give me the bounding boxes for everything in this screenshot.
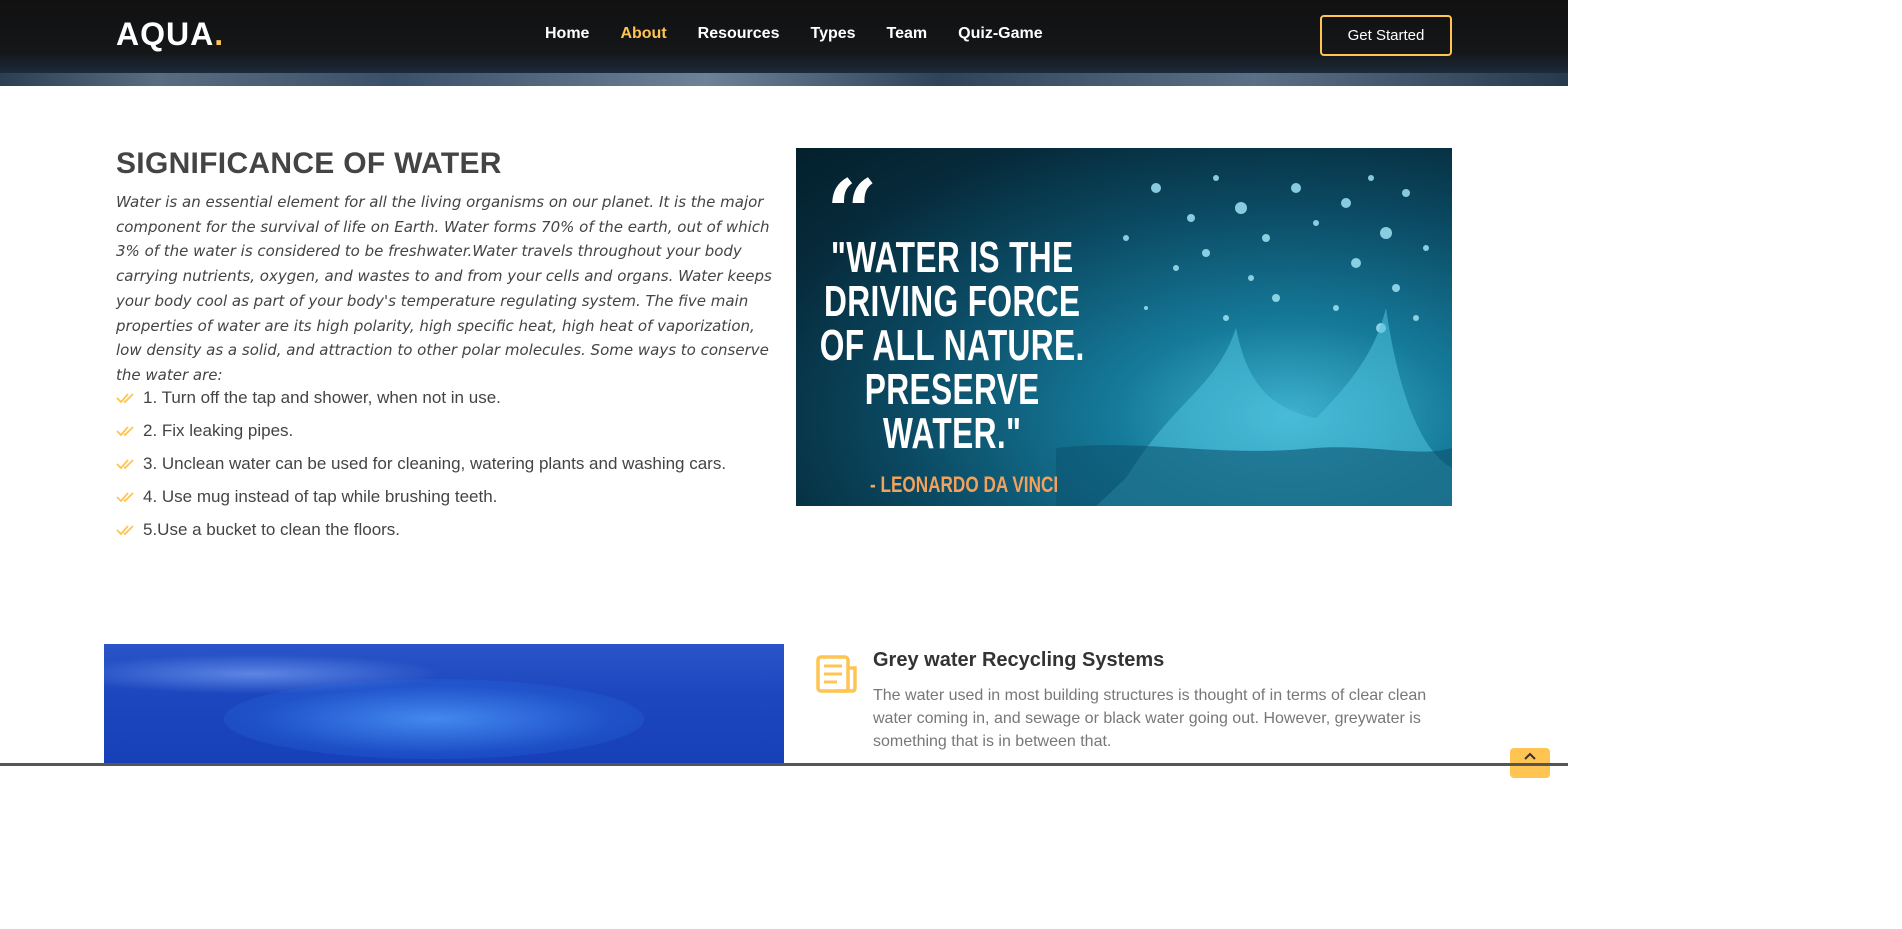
section-title: SIGNIFICANCE OF WATER — [116, 147, 502, 180]
double-check-icon — [116, 491, 134, 502]
nav-resources[interactable]: Resources — [698, 25, 780, 43]
feature-description: The water used in most building structur… — [873, 687, 1427, 750]
logo-dot: . — [214, 16, 225, 52]
quote-line: OF ALL NATURE. — [819, 321, 1085, 370]
double-check-icon — [116, 392, 134, 403]
nav-about[interactable]: About — [620, 25, 666, 43]
nav-team[interactable]: Team — [887, 25, 928, 43]
nav-home[interactable]: Home — [545, 25, 589, 43]
site-header: AQUA. Home About Resources Types Team Qu… — [0, 0, 1568, 86]
feature-title[interactable]: Grey water Recycling Systems — [873, 649, 1164, 672]
quote-image: “ "WATER IS THE DRIVING FORCE OF ALL NAT… — [796, 148, 1452, 506]
tip-text: 2. Fix leaking pipes. — [143, 420, 294, 440]
chevron-up-icon — [1524, 752, 1536, 760]
list-item: 1. Turn off the tap and shower, when not… — [116, 381, 726, 414]
nav-types[interactable]: Types — [810, 25, 855, 43]
quote-text: "WATER IS THE DRIVING FORCE OF ALL NATUR… — [810, 236, 1094, 456]
quote-line: PRESERVE — [864, 365, 1040, 414]
quote-author: - LEONARDO DA VINCI — [870, 472, 1059, 497]
tip-text: 1. Turn off the tap and shower, when not… — [143, 387, 501, 407]
header-background-strip — [0, 73, 1568, 86]
double-check-icon — [116, 425, 134, 436]
list-item: 3. Unclean water can be used for cleanin… — [116, 447, 726, 480]
site-logo[interactable]: AQUA. — [116, 16, 224, 53]
section-description: Water is an essential element for all th… — [116, 193, 772, 384]
tip-text: 5.Use a bucket to clean the floors. — [143, 519, 401, 539]
nav-quiz-game[interactable]: Quiz-Game — [958, 25, 1042, 43]
quote-line: DRIVING FORCE — [824, 277, 1081, 326]
list-item: 2. Fix leaking pipes. — [116, 414, 726, 447]
water-background-image — [104, 644, 784, 766]
tip-text: 4. Use mug instead of tap while brushing… — [143, 486, 498, 506]
quote-line: "WATER IS THE — [830, 233, 1074, 282]
logo-text: AQUA — [116, 16, 215, 52]
list-item: 4. Use mug instead of tap while brushing… — [116, 480, 726, 513]
window-bottom-edge — [0, 763, 1568, 766]
tip-text: 3. Unclean water can be used for cleanin… — [143, 453, 727, 473]
quote-line: WATER." — [883, 409, 1022, 458]
document-icon — [816, 655, 857, 693]
double-check-icon — [116, 458, 134, 469]
double-check-icon — [116, 524, 134, 535]
main-nav: Home About Resources Types Team Quiz-Gam… — [545, 25, 1074, 43]
list-item: 5.Use a bucket to clean the floors. — [116, 513, 726, 546]
get-started-button[interactable]: Get Started — [1320, 15, 1452, 56]
conservation-tips-list: 1. Turn off the tap and shower, when not… — [116, 381, 726, 546]
